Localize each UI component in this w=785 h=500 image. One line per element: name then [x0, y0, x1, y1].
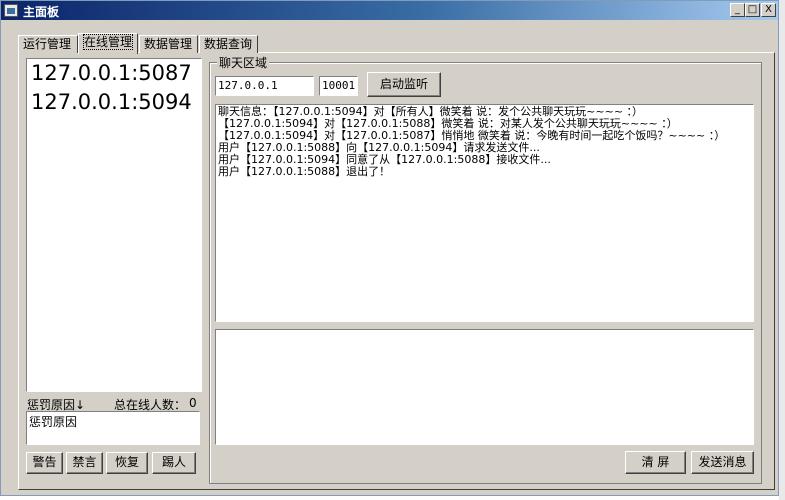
- mute-button[interactable]: 禁言: [66, 452, 103, 474]
- minimize-button[interactable]: _: [730, 3, 745, 17]
- ip-address-input[interactable]: 127.0.0.1: [215, 76, 314, 96]
- title-bar[interactable]: 主面板 _ □ X: [1, 1, 778, 20]
- punish-reason-input[interactable]: 惩罚原因: [26, 411, 200, 445]
- online-user-list[interactable]: 127.0.0.1:5087 127.0.0.1:5094: [26, 58, 202, 392]
- chat-line: 用户【127.0.0.1:5088】退出了！: [218, 165, 391, 178]
- warn-button[interactable]: 警告: [26, 452, 63, 474]
- close-button[interactable]: X: [761, 3, 776, 17]
- chat-log[interactable]: 聊天信息：【127.0.0.1:5094】对【所有人】微笑着 说：发个公共聊天玩…: [215, 104, 754, 322]
- list-item[interactable]: 127.0.0.1:5094: [27, 88, 201, 117]
- total-online-count: 0: [189, 396, 197, 410]
- tab-label: 数据查询: [204, 37, 253, 51]
- tab-label: 数据管理: [144, 37, 193, 51]
- tab-label: 在线管理: [83, 34, 134, 50]
- desktop-background: [779, 0, 785, 500]
- tab-online-management[interactable]: 在线管理: [78, 33, 138, 54]
- window-title: 主面板: [23, 5, 60, 19]
- kick-button[interactable]: 踢人: [152, 452, 196, 474]
- chat-group-title: 聊天区域: [217, 54, 270, 71]
- app-icon: [4, 4, 18, 17]
- list-item[interactable]: 127.0.0.1:5087: [27, 59, 201, 88]
- send-message-button[interactable]: 发送消息: [691, 451, 754, 474]
- tab-data-query[interactable]: 数据查询: [199, 35, 258, 53]
- start-listen-button[interactable]: 启动监听: [367, 72, 441, 97]
- clear-screen-button[interactable]: 清 屏: [625, 451, 686, 474]
- message-input[interactable]: [215, 329, 754, 445]
- maximize-button[interactable]: □: [745, 3, 760, 17]
- restore-button[interactable]: 恢复: [106, 452, 148, 474]
- tab-run-management[interactable]: 运行管理: [18, 35, 78, 53]
- port-input[interactable]: 10001: [319, 76, 358, 96]
- tab-data-management[interactable]: 数据管理: [139, 35, 198, 53]
- tab-label: 运行管理: [23, 37, 72, 51]
